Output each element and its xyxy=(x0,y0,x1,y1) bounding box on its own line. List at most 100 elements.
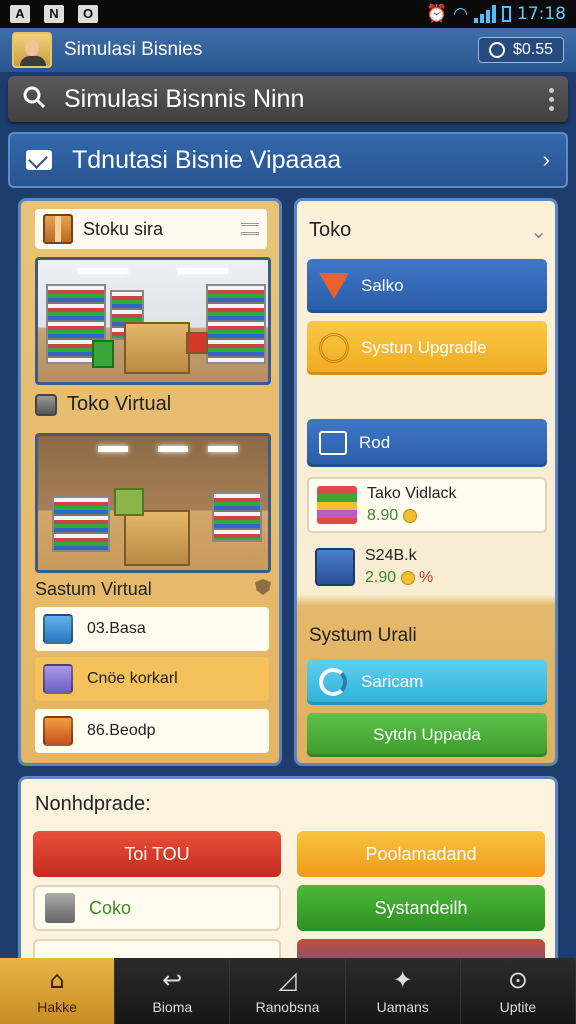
status-notification-icons: A N O xyxy=(10,5,98,23)
shop-item-name: S24B.k xyxy=(365,547,417,564)
alarm-icon: ⏰ xyxy=(425,4,448,24)
nav-item-search[interactable]: ⊙ Uptite xyxy=(461,958,576,1024)
nav-label: Ranobsna xyxy=(255,999,320,1015)
shop-item-name: Tako Vidlack xyxy=(367,485,457,502)
search-button[interactable]: Saricam xyxy=(307,659,547,705)
blue-cube-icon xyxy=(43,614,73,644)
notification-o-icon: O xyxy=(78,5,98,23)
coin-icon xyxy=(400,570,415,585)
chevron-right-icon[interactable]: › xyxy=(543,147,550,173)
home-icon: ⌂ xyxy=(49,966,65,994)
nav-label: Uamans xyxy=(376,999,429,1015)
network-icon xyxy=(319,431,347,455)
search-icon xyxy=(22,85,46,114)
shop-item-price: 2.90 xyxy=(365,569,397,586)
nav-label: Uptite xyxy=(499,999,537,1015)
status-right-group: ⏰ ◠ 17:18 xyxy=(426,4,566,24)
list-item[interactable]: 03.Basa xyxy=(35,607,269,651)
shop-item-price: 8.90 xyxy=(367,507,399,524)
machine-icon xyxy=(315,548,355,586)
upgrade-panel: Nonhdprade: Toi TOU Poolamadand Coko Sys… xyxy=(18,776,558,966)
nav-label: Hakke xyxy=(37,999,77,1015)
virtual-store-heading: Toko Virtual xyxy=(35,393,171,416)
rod-button[interactable]: Rod xyxy=(307,419,547,467)
shop-panel: Toko ⌄ Salko Systun Upgradle Rod Tako Vi… xyxy=(294,198,558,766)
avatar[interactable] xyxy=(12,32,52,68)
shop-panel-title: Toko xyxy=(309,219,352,241)
systandeilh-button[interactable]: Systandeilh xyxy=(297,885,545,931)
app-title: Simulasi Bisnies xyxy=(64,39,203,60)
upgrade-panel-title: Nonhdprade: xyxy=(35,793,151,815)
notification-n-icon: N xyxy=(44,5,64,23)
virtual-store-title: Toko Virtual xyxy=(67,393,172,415)
refresh-icon xyxy=(319,668,347,696)
chart-icon: ◿ xyxy=(278,966,297,994)
salko-button[interactable]: Salko xyxy=(307,259,547,313)
shop-panel-header[interactable]: Toko ⌄ xyxy=(309,219,547,244)
back-arrow-icon: ↩ xyxy=(162,966,183,994)
list-item-label: Cnöe korkarl xyxy=(87,670,178,687)
store-scene-image xyxy=(35,257,271,385)
system-section-title: Systum Urali xyxy=(309,625,417,646)
list-item[interactable]: Cnöe korkarl xyxy=(35,657,269,701)
nav-item-chart[interactable]: ◿ Ranobsna xyxy=(230,958,346,1024)
bottom-nav: ⌂ Hakke ↩ Bioma ◿ Ranobsna ✦ Uamans ⊙ Up… xyxy=(0,958,576,1024)
store-panel: Stoku sira Toko Virtual Sastum Virtual 0… xyxy=(18,198,282,766)
store-panel-header[interactable]: Stoku sira xyxy=(35,209,267,249)
shop-item[interactable]: S24B.k 2.90 % xyxy=(307,539,547,595)
spiral-icon xyxy=(319,333,349,363)
status-bar: A N O ⏰ ◠ 17:18 xyxy=(0,0,576,28)
books-icon xyxy=(317,486,357,524)
shield-icon xyxy=(255,579,271,595)
toi-tou-button[interactable]: Toi TOU xyxy=(33,831,281,877)
virtual-store-scene-image xyxy=(35,433,271,573)
section-header[interactable]: Tdnutasi Bisnie Vipaaaa › xyxy=(8,132,568,188)
red-cube-icon xyxy=(43,716,73,746)
system-title: Sastum Virtual xyxy=(35,579,152,599)
search-icon: ⊙ xyxy=(507,966,528,994)
store-icon xyxy=(35,393,57,416)
nav-item-person[interactable]: ✦ Uamans xyxy=(346,958,461,1024)
salko-button-label: Salko xyxy=(361,276,404,295)
nav-item-back[interactable]: ↩ Bioma xyxy=(115,958,231,1024)
search-bar[interactable]: Simulasi Bisnnis Ninn xyxy=(8,76,568,122)
crate-icon xyxy=(45,893,75,923)
chevron-down-icon[interactable]: ⌄ xyxy=(530,219,547,244)
box-icon xyxy=(43,214,73,244)
search-button-label: Saricam xyxy=(361,672,424,691)
nav-item-home[interactable]: ⌂ Hakke xyxy=(0,958,116,1024)
system-upgrade-button-label: Systun Upgradle xyxy=(361,338,487,357)
store-panel-title: Stoku sira xyxy=(83,218,164,239)
toi-tou-button-label: Toi TOU xyxy=(124,843,190,864)
systandeilh-button-label: Systandeilh xyxy=(374,897,468,918)
battery-icon xyxy=(502,6,511,22)
system-upgrade-button[interactable]: Systun Upgradle xyxy=(307,321,547,375)
shop-item[interactable]: Tako Vidlack 8.90 xyxy=(307,477,547,533)
purple-cube-icon xyxy=(43,664,73,694)
wifi-icon: ◠ xyxy=(453,4,468,24)
coin-icon xyxy=(402,508,417,523)
list-item[interactable]: 86.Beodp xyxy=(35,709,269,753)
system-update-button[interactable]: Sytdn Uppada xyxy=(307,713,547,757)
poolamadand-button[interactable]: Poolamadand xyxy=(297,831,545,877)
system-heading: Sastum Virtual xyxy=(35,579,271,600)
list-item-label: 03.Basa xyxy=(87,620,146,637)
more-options-icon[interactable] xyxy=(549,87,554,111)
coko-button-label: Coko xyxy=(89,897,132,918)
app-bar: Simulasi Bisnies $0.55 xyxy=(0,28,576,72)
nav-label: Bioma xyxy=(152,999,193,1015)
clock-time: 17:18 xyxy=(517,4,566,24)
search-input[interactable]: Simulasi Bisnnis Ninn xyxy=(64,85,549,114)
balance-value: $0.55 xyxy=(512,41,553,58)
coko-button[interactable]: Coko xyxy=(33,885,281,931)
signal-icon xyxy=(474,5,496,23)
system-update-button-label: Sytdn Uppada xyxy=(373,725,481,744)
menu-grid-icon[interactable] xyxy=(241,223,259,235)
notification-a-icon: A xyxy=(10,5,30,23)
carrot-icon xyxy=(319,273,349,299)
list-item-label: 86.Beodp xyxy=(87,722,156,739)
envelope-icon xyxy=(26,150,52,170)
shop-item-extra: % xyxy=(419,569,434,586)
poolamadand-button-label: Poolamadand xyxy=(365,843,477,864)
balance-chip[interactable]: $0.55 xyxy=(477,37,564,63)
